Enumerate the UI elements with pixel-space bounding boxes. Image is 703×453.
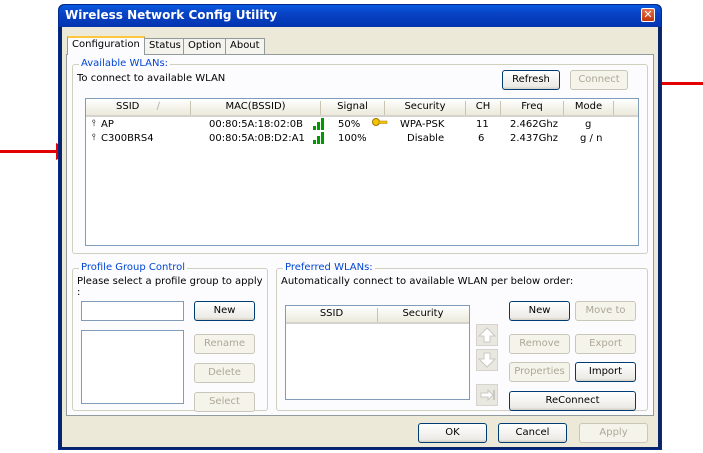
window-client: Configuration Status Option About Availa… [62,27,658,447]
move-up-icon[interactable] [476,324,498,346]
signal-cell: 100% [338,133,367,144]
export-button[interactable]: Export [575,334,636,354]
wlan-row[interactable]: ⫯ C300BRS4 00:80:5A:0B:D2:A1 100% Disabl… [86,132,638,146]
profile-group-list[interactable] [81,330,184,404]
connect-button[interactable]: Connect [570,70,628,90]
app-window: Wireless Network Config Utility ✕ Config… [58,4,662,450]
freq-cell: 2.462Ghz [510,119,558,130]
add-to-list-icon[interactable] [476,384,498,406]
col-signal[interactable]: Signal [321,101,385,115]
tab-option[interactable]: Option [183,38,227,54]
mac-cell: 00:80:5A:0B:D2:A1 [209,133,305,144]
key-icon [372,117,388,130]
rename-button[interactable]: Rename [194,334,255,354]
antenna-icon: ⫯ [92,133,96,143]
select-button[interactable]: Select [194,392,255,412]
antenna-icon: ⫯ [92,119,96,129]
preferred-list-header: SSID Security [286,306,469,324]
security-cell: Disable [407,133,445,144]
properties-button[interactable]: Properties [509,362,570,382]
ok-button[interactable]: OK [418,423,487,443]
signal-cell: 50% [338,119,361,130]
configuration-panel: Available WLANs: To connect to available… [66,54,654,416]
available-hint: To connect to available WLAN [77,73,226,84]
signal-icon [313,131,325,147]
ch-cell: 11 [476,119,489,130]
ch-cell: 6 [478,133,485,144]
title-bar: Wireless Network Config Utility ✕ [59,5,661,27]
col-freq[interactable]: Freq [501,101,564,115]
tab-status[interactable]: Status [144,38,186,54]
profile-group-legend: Profile Group Control [79,262,188,273]
delete-button[interactable]: Delete [194,363,255,383]
col-mac[interactable]: MAC(BSSID) [191,101,321,115]
col-ch[interactable]: CH [466,101,501,115]
mode-cell: g / n [580,133,603,144]
freq-cell: 2.437Ghz [510,133,558,144]
reconnect-button[interactable]: ReConnect [509,391,636,411]
ssid-cell: C300BRS4 [101,133,154,144]
wlan-row[interactable]: ⫯ AP 00:80:5A:18:02:0B 50% WPA-PSK 11 2.… [86,118,638,132]
cancel-button[interactable]: Cancel [498,423,567,443]
profile-group: Profile Group Control Please select a pr… [72,262,268,412]
col-security[interactable]: Security [385,101,466,115]
close-icon[interactable]: ✕ [641,8,655,22]
available-wlans-group: Available WLANs: To connect to available… [72,58,648,254]
available-wlans-legend: Available WLANs: [79,58,171,69]
move-to-button[interactable]: Move to [575,301,636,321]
col-pref-ssid[interactable]: SSID [286,308,378,322]
profile-group-input[interactable] [81,301,184,321]
tab-configuration[interactable]: Configuration [67,36,145,55]
import-button[interactable]: Import [575,362,636,382]
refresh-button[interactable]: Refresh [502,70,560,90]
move-down-icon[interactable] [476,349,498,371]
ssid-cell: AP [101,119,114,130]
security-cell: WPA-PSK [400,119,445,130]
tab-about[interactable]: About [225,38,265,54]
col-pref-security[interactable]: Security [378,308,468,322]
col-ssid[interactable]: SSID ∕ [86,101,191,115]
profile-new-button[interactable]: New [194,301,255,321]
apply-button[interactable]: Apply [579,423,648,443]
profile-hint: Please select a profile group to apply : [77,276,263,298]
mode-cell: g [585,119,592,130]
preferred-hint: Automatically connect to available WLAN … [281,276,574,287]
preferred-wlans-legend: Preferred WLANs: [283,262,375,273]
preferred-new-button[interactable]: New [509,301,570,321]
remove-button[interactable]: Remove [509,334,570,354]
available-wlan-list[interactable]: SSID ∕ MAC(BSSID) Signal Security CH Fre… [85,98,639,246]
preferred-wlans-group: Preferred WLANs: Automatically connect t… [276,262,648,411]
mac-cell: 00:80:5A:18:02:0B [209,119,303,130]
col-mode[interactable]: Mode [564,101,614,115]
available-list-header: SSID ∕ MAC(BSSID) Signal Security CH Fre… [86,99,638,117]
preferred-wlan-list[interactable]: SSID Security [285,305,470,400]
window-title: Wireless Network Config Utility [65,8,278,22]
sort-asc-icon: ∕ [156,101,160,112]
